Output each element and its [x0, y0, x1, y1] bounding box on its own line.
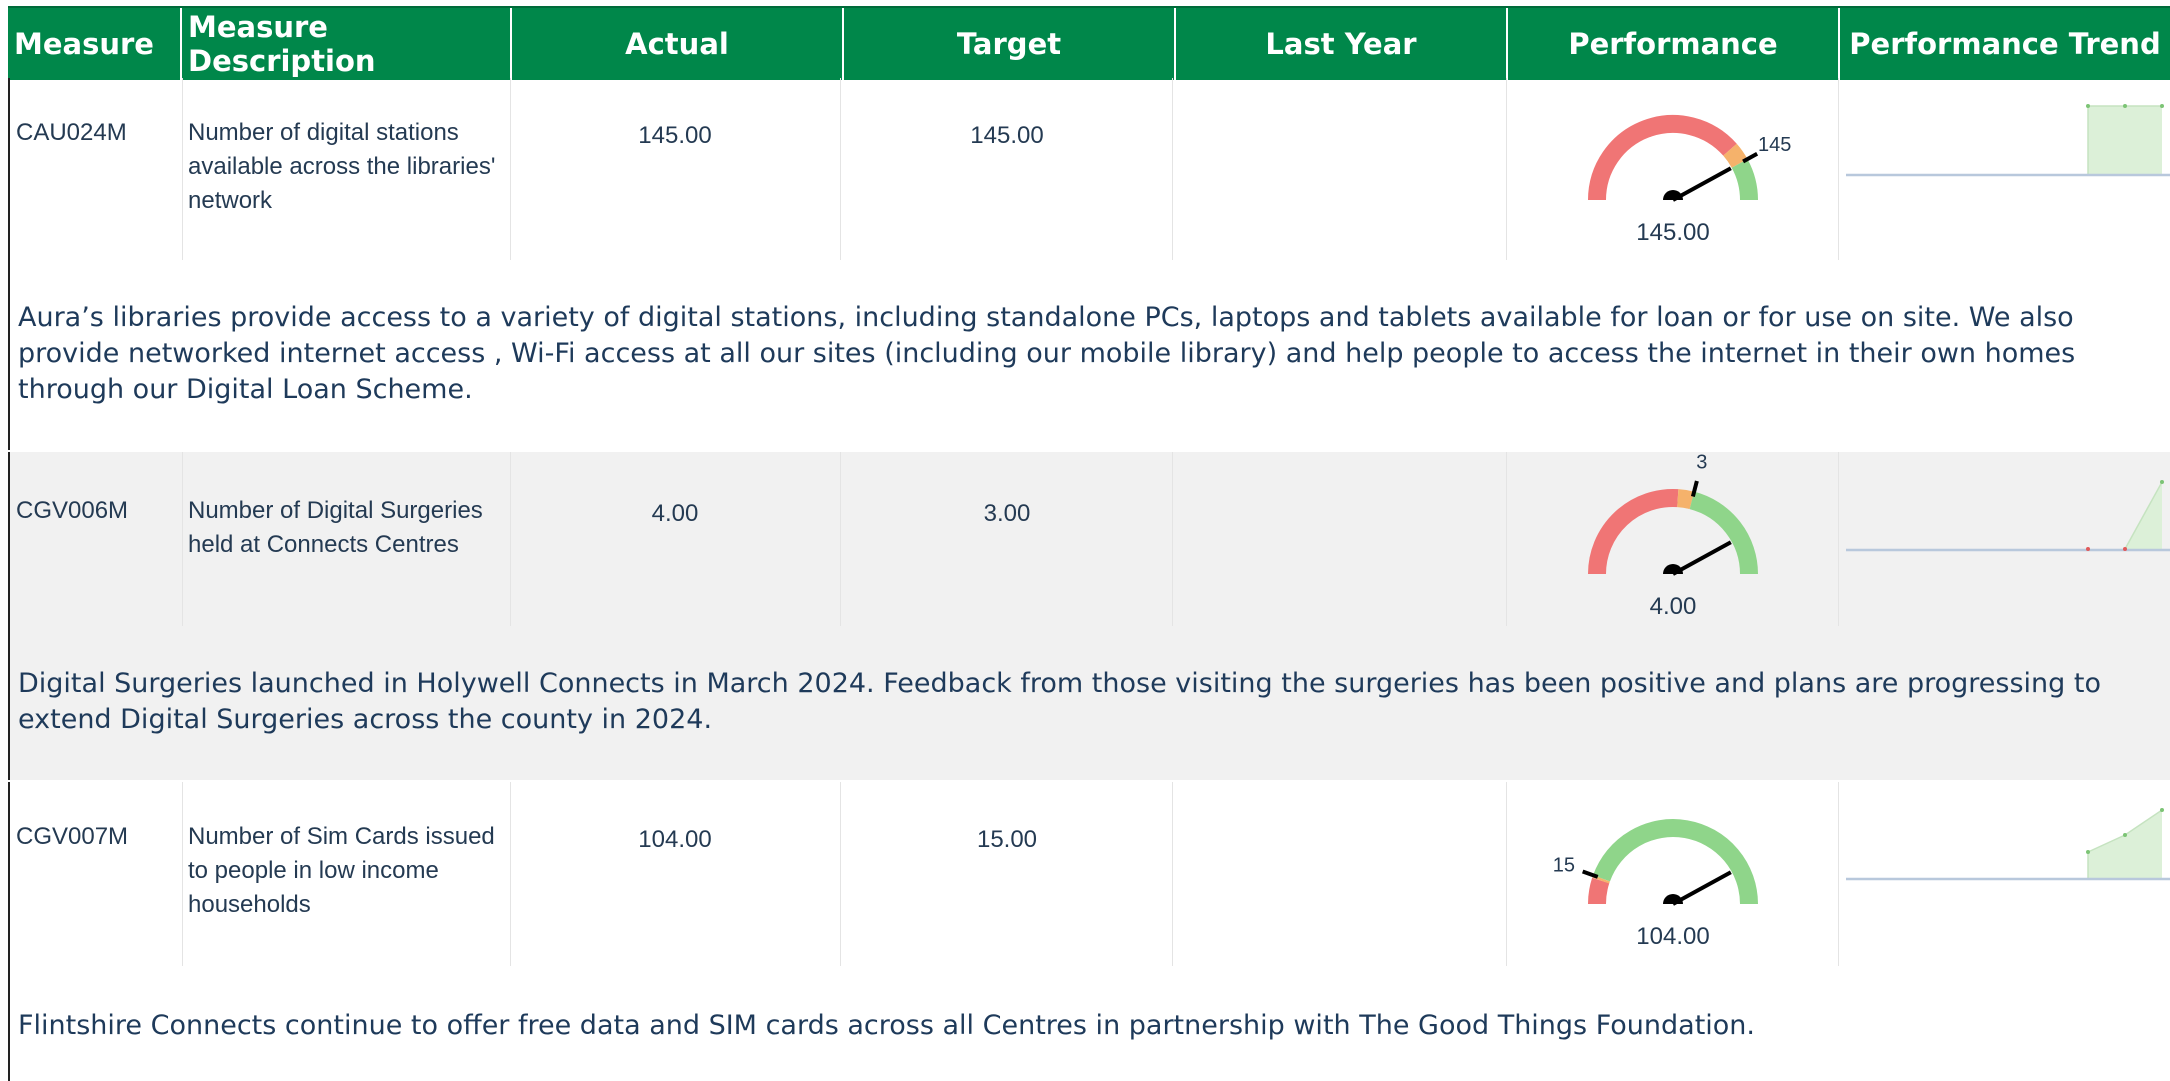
- table-row: CGV007M Number of Sim Cards issued to pe…: [8, 782, 2170, 966]
- gauge-value-label: 104.00: [1636, 923, 1709, 950]
- table-row: CAU024M Number of digital stations avail…: [8, 78, 2170, 260]
- gauge-target-label: 3: [1696, 452, 1707, 474]
- measure-comment: Aura’s libraries provide access to a var…: [8, 260, 2170, 450]
- trend-point: [2160, 104, 2164, 108]
- gauge-value-label: 4.00: [1650, 593, 1697, 620]
- measure-description: Number of Digital Surgeries held at Conn…: [188, 497, 483, 558]
- table-row: CGV006M Number of Digital Surgeries held…: [8, 452, 2170, 626]
- target-value: 15.00: [976, 826, 1038, 853]
- trend-point: [2086, 850, 2090, 854]
- trend-point: [2123, 547, 2127, 551]
- header-target[interactable]: Target: [844, 8, 1174, 80]
- gauge-hub: [1663, 564, 1683, 574]
- trend-point: [2160, 480, 2164, 484]
- header-performance[interactable]: Performance: [1508, 8, 1838, 80]
- measure-code[interactable]: CAU024M: [16, 116, 127, 150]
- trend-point: [2086, 104, 2090, 108]
- gauge-band: [1588, 488, 1679, 575]
- trend-point: [2086, 547, 2090, 551]
- header-last-year[interactable]: Last Year: [1176, 8, 1506, 80]
- performance-gauge: 15 104.00: [1553, 819, 1758, 950]
- measure-description: Number of digital stations available acr…: [188, 119, 496, 214]
- gauge-band: [1731, 159, 1758, 201]
- measure-comment: Digital Surgeries launched in Holywell C…: [8, 626, 2170, 780]
- gauge-band: [1587, 877, 1610, 905]
- performance-trend-chart: [1846, 104, 2170, 177]
- header-actual[interactable]: Actual: [512, 8, 842, 80]
- gauge-band: [1676, 489, 1695, 510]
- gauge-value-label: 145.00: [1636, 219, 1709, 246]
- table-header: Measure Measure Description Actual Targe…: [8, 6, 2170, 80]
- gauge-target-label: 145: [1758, 134, 1791, 156]
- performance-report: Measure Measure Description Actual Targe…: [0, 0, 2170, 1081]
- performance-trend-chart: [1846, 480, 2170, 552]
- header-performance-trend[interactable]: Performance Trend: [1840, 8, 2170, 80]
- actual-value: 104.00: [638, 826, 712, 853]
- performance-trend-chart: [1846, 808, 2170, 881]
- measure-code[interactable]: CGV006M: [16, 494, 128, 528]
- performance-gauge: 34.00: [1588, 452, 1758, 620]
- trend-point: [2123, 833, 2127, 837]
- trend-point: [2160, 808, 2164, 812]
- actual-value: 145.00: [638, 122, 712, 149]
- performance-gauge: 145 145.00: [1588, 114, 1791, 246]
- measure-comment: Flintshire Connects continue to offer fr…: [8, 966, 2170, 1081]
- header-measure[interactable]: Measure: [14, 8, 174, 80]
- gauge-band: [1588, 114, 1737, 201]
- measure-code[interactable]: CGV007M: [16, 820, 128, 854]
- trend-area: [2088, 106, 2162, 174]
- measure-description: Number of Sim Cards issued to people in …: [188, 823, 495, 918]
- target-value: 145.00: [970, 122, 1044, 149]
- gauge-band: [1723, 143, 1748, 168]
- header-description[interactable]: Measure Description: [188, 8, 508, 80]
- trend-area: [2088, 810, 2162, 878]
- gauge-hub: [1663, 190, 1683, 200]
- gauge-band: [1593, 819, 1758, 905]
- gauge-hub: [1663, 894, 1683, 904]
- actual-value: 4.00: [651, 500, 699, 527]
- gauge-target-label: 15: [1553, 855, 1575, 877]
- gauge-band: [1592, 875, 1610, 884]
- trend-point: [2123, 104, 2127, 108]
- gauge-band: [1689, 491, 1758, 575]
- target-value: 3.00: [983, 500, 1031, 527]
